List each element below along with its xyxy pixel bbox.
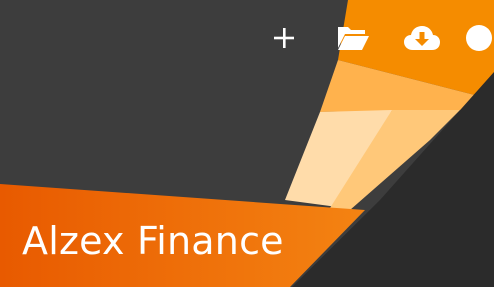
menu-button[interactable] bbox=[464, 16, 494, 60]
folder-open-icon bbox=[338, 27, 369, 50]
cloud-download-icon bbox=[404, 26, 440, 50]
circle-menu-icon bbox=[466, 25, 492, 51]
header-artwork: Alzex Finance bbox=[0, 0, 494, 287]
open-file-button[interactable] bbox=[331, 16, 375, 60]
cloud-download-button[interactable] bbox=[400, 16, 444, 60]
app-title: Alzex Finance bbox=[22, 219, 284, 263]
toolbar bbox=[237, 16, 494, 60]
add-button[interactable] bbox=[262, 16, 306, 60]
plus-icon bbox=[274, 28, 294, 48]
